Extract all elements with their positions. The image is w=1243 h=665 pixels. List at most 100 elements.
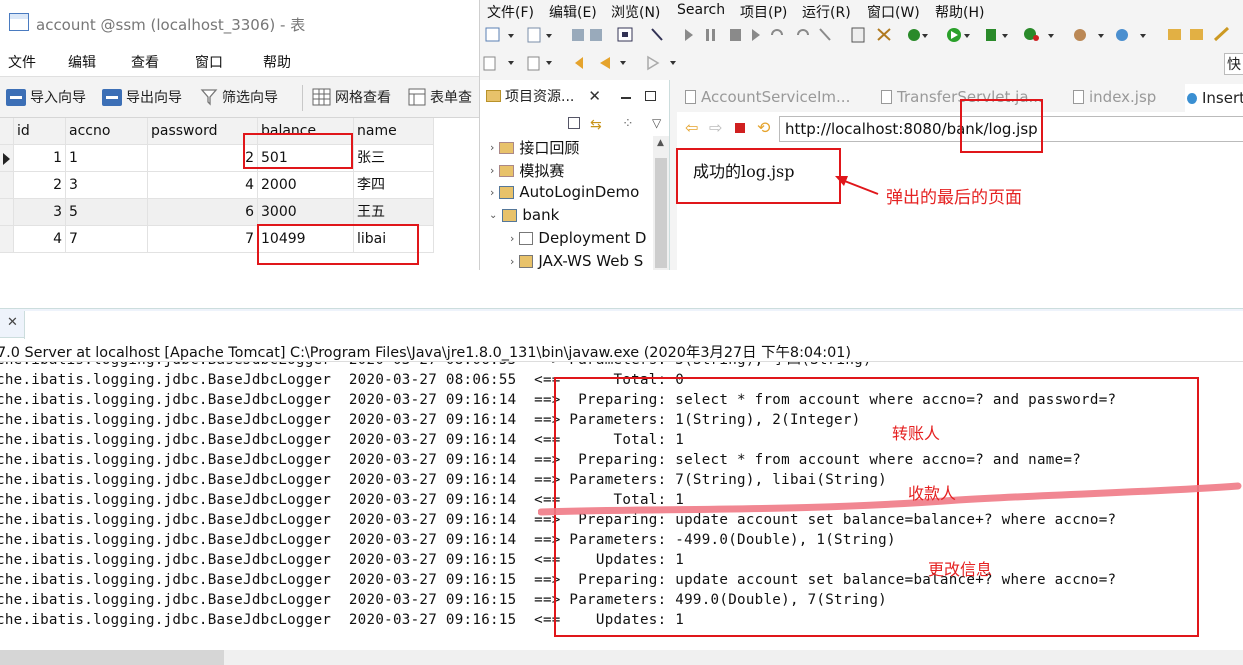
console-header: 7.0 Server at localhost [Apache Tomcat] … [0,345,852,361]
forward-arrow-icon[interactable]: ⇨ [709,118,722,137]
column-header-name[interactable]: name [354,118,434,145]
menu-file[interactable]: 文件(F) [487,2,534,22]
cell-name[interactable]: 王五 [354,199,434,226]
cell-name[interactable]: 李四 [354,172,434,199]
close-icon[interactable]: ✕ [588,87,601,105]
cell-password[interactable]: 4 [148,172,258,199]
back-arrow-icon[interactable]: ⇦ [685,118,698,137]
menu-run[interactable]: 运行(R) [802,2,851,22]
project-icon [499,141,515,154]
minimize-icon[interactable] [620,97,631,99]
menu-help[interactable]: 帮助(H) [935,2,984,22]
cell-accno[interactable]: 5 [66,199,148,226]
menu-edit[interactable]: 编辑 [68,52,96,72]
table-row[interactable]: 3 5 6 3000 王五 [0,199,434,226]
column-header-password[interactable]: password [148,118,258,145]
console-tab-active[interactable] [24,311,1243,339]
row-selector[interactable] [0,199,14,226]
scrollbar-thumb[interactable] [655,158,667,268]
tab-insert-active[interactable]: Insert [1185,84,1243,112]
view-menu-icon[interactable]: ⁘ [622,116,634,132]
grid-view-button[interactable]: 网格查看 [312,87,391,107]
export-icon [102,88,122,106]
menu-window[interactable]: 窗口 [195,52,223,72]
menu-project[interactable]: 项目(P) [740,2,787,22]
project-explorer-tab[interactable]: 项目资源... ✕ [480,80,669,112]
row-selector-current[interactable] [0,145,14,172]
cell-id[interactable]: 1 [14,145,66,172]
filter-wizard-label: 筛选向导 [222,90,278,106]
chevron-right-icon: › [490,164,495,177]
jsp-file-icon [1073,90,1084,104]
close-icon[interactable]: ✕ [7,315,18,330]
tab-accountserviceimpl[interactable]: AccountServiceIm... [685,88,850,106]
cell-password[interactable]: 6 [148,199,258,226]
link-editor-icon[interactable]: ⇆ [590,117,602,133]
tree-item[interactable]: › Deployment D [510,229,646,247]
folder-icon [486,90,501,102]
cell-id[interactable]: 3 [14,199,66,226]
column-header-id[interactable]: id [14,118,66,145]
row-selector[interactable] [0,226,14,253]
scrollbar-thumb[interactable] [0,650,224,665]
tab-label: Insert [1201,89,1243,107]
deployment-icon [519,231,534,245]
cell-id[interactable]: 2 [14,172,66,199]
tree-item[interactable]: › AutoLoginDemo [490,183,639,201]
column-header-accno[interactable]: accno [66,118,148,145]
filter-wizard-button[interactable]: 筛选向导 [200,87,278,107]
cell-password[interactable]: 2 [148,145,258,172]
collapse-all-icon[interactable] [568,117,580,129]
project-explorer-title: 项目资源... [505,89,575,105]
stop-icon[interactable] [735,123,745,133]
project-icon [499,164,515,177]
menu-help[interactable]: 帮助 [263,52,291,72]
cell-accno[interactable]: 1 [66,145,148,172]
table-row[interactable]: 2 3 4 2000 李四 [0,172,434,199]
menu-file[interactable]: 文件 [8,52,36,72]
menu-window[interactable]: 窗口(W) [867,2,920,22]
tree-item-label: Deployment D [538,229,647,247]
cell-id[interactable]: 4 [14,226,66,253]
tree-item[interactable]: › JAX-WS Web S [510,252,643,270]
console-hscrollbar[interactable] [0,650,1243,665]
toolbar-icons-row2 [483,55,676,71]
chevron-right-icon: › [510,254,515,268]
current-row-arrow-icon [3,153,10,165]
quick-access-field[interactable]: 快 [1224,53,1243,75]
tree-item-expanded[interactable]: ⌄ bank [489,206,559,224]
chevron-down-icon[interactable]: ▽ [652,116,661,130]
menu-edit[interactable]: 编辑(E) [549,2,597,22]
cell-balance[interactable]: 3000 [258,199,354,226]
cell-balance[interactable]: 2000 [258,172,354,199]
table-row[interactable]: 1 1 2 501 张三 [0,145,434,172]
scrollbar-up-arrow[interactable]: ▲ [657,138,664,148]
tree-item[interactable]: › 模拟赛 [490,160,564,181]
web-project-icon [502,208,518,222]
cell-accno[interactable]: 7 [66,226,148,253]
import-wizard-button[interactable]: 导入向导 [6,87,86,107]
tab-label: index.jsp [1089,88,1157,106]
console-tabbar: ✕ [0,308,1243,339]
form-icon [408,88,426,106]
tree-item[interactable]: › 接口回顾 [490,137,579,158]
tab-index-jsp[interactable]: index.jsp [1073,88,1156,106]
export-wizard-button[interactable]: 导出向导 [102,87,182,107]
toolbar-icons-row1 [485,26,1230,43]
annotation-update-info: 更改信息 [928,560,993,579]
cell-name[interactable]: 张三 [354,145,434,172]
navicat-toolbar: 导入向导 导出向导 筛选向导 网格查看 表单查 [0,76,479,118]
cell-accno[interactable]: 3 [66,172,148,199]
row-selector[interactable] [0,172,14,199]
export-wizard-label: 导出向导 [126,90,182,106]
table-icon [9,13,29,31]
maximize-icon[interactable] [644,91,656,101]
menu-search[interactable]: Search [677,2,725,18]
form-view-button[interactable]: 表单查 [408,87,472,107]
cell-password[interactable]: 7 [148,226,258,253]
explorer-scrollbar[interactable]: ▲ [653,136,669,270]
refresh-icon[interactable]: ⟲ [757,118,770,137]
menu-view[interactable]: 查看 [131,52,159,72]
java-file-icon [685,90,696,104]
menu-navigate[interactable]: 浏览(N) [611,2,660,22]
